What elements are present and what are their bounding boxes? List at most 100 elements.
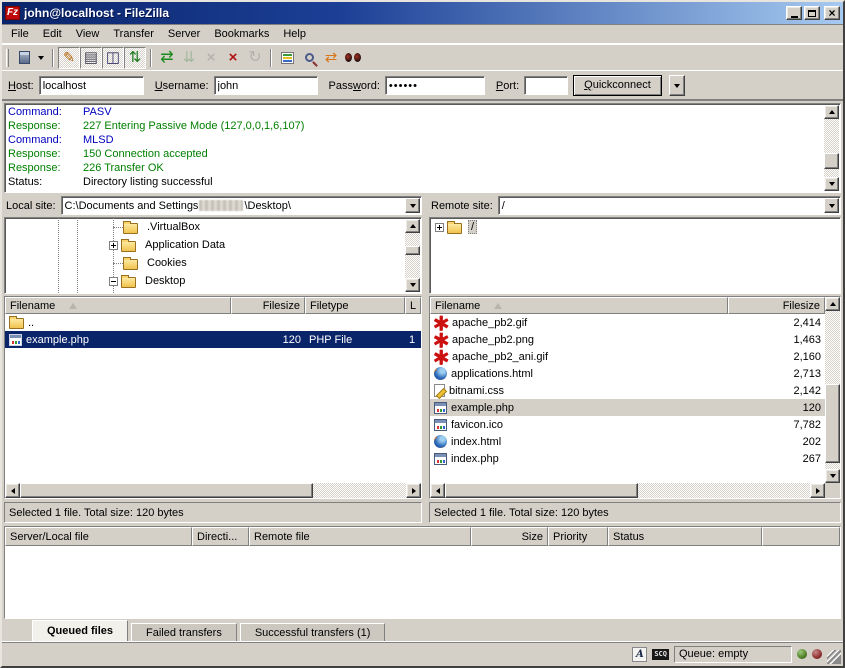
table-row[interactable]: apache_pb2.png1,463	[430, 331, 825, 348]
toggle-local-tree-button[interactable]: ▤	[80, 47, 102, 69]
column-header-status[interactable]: Status	[608, 527, 762, 546]
remote-site-combo[interactable]: /	[498, 196, 841, 215]
tree-item[interactable]: Desktop	[5, 272, 405, 290]
maximize-button[interactable]	[804, 6, 820, 20]
host-input[interactable]	[39, 76, 144, 95]
scroll-thumb[interactable]	[825, 384, 840, 463]
column-header-filesize[interactable]: Filesize	[728, 297, 825, 314]
site-manager-dropdown-button[interactable]	[34, 47, 48, 69]
column-header-remote-file[interactable]: Remote file	[249, 527, 471, 546]
scroll-down-button[interactable]	[825, 469, 840, 483]
column-header-last-modified[interactable]: L	[405, 297, 421, 314]
log-scrollbar[interactable]	[824, 105, 839, 191]
scroll-right-button[interactable]	[810, 483, 825, 498]
scroll-track[interactable]	[20, 483, 406, 498]
minimize-button[interactable]	[786, 6, 802, 20]
table-row[interactable]: favicon.ico7,782	[430, 416, 825, 433]
expand-plus-icon[interactable]	[435, 223, 444, 232]
scroll-track[interactable]	[824, 119, 839, 177]
remote-site-dropdown-button[interactable]	[824, 198, 839, 213]
refresh-button[interactable]: ⇄	[156, 47, 178, 69]
menu-file[interactable]: File	[4, 26, 36, 42]
scroll-track[interactable]	[405, 233, 420, 278]
tree-item-label[interactable]: Cookies	[144, 256, 190, 270]
table-row[interactable]: index.html202	[430, 433, 825, 450]
column-header-priority[interactable]: Priority	[548, 527, 608, 546]
table-row-selected[interactable]: example.php120	[430, 399, 825, 416]
indicator-badge[interactable]: SCQ	[652, 649, 669, 660]
column-header-server-local-file[interactable]: Server/Local file	[5, 527, 192, 546]
table-row[interactable]: bitnami.css2,142	[430, 382, 825, 399]
tree-item[interactable]: /	[430, 218, 824, 236]
scroll-thumb[interactable]	[20, 483, 313, 498]
expand-plus-icon[interactable]	[109, 241, 118, 250]
find-files-button[interactable]	[342, 47, 364, 69]
toggle-message-log-button[interactable]: ✎	[58, 47, 80, 69]
local-site-combo[interactable]: C:\Documents and Settings\Desktop\	[61, 196, 422, 215]
column-header-direction[interactable]: Directi...	[192, 527, 249, 546]
scroll-down-button[interactable]	[405, 278, 420, 292]
scroll-up-button[interactable]	[405, 219, 420, 233]
title-bar[interactable]: Fz john@localhost - FileZilla ×	[2, 2, 843, 24]
remote-list-vscrollbar[interactable]	[825, 297, 840, 483]
tab-queued-files[interactable]: Queued files	[32, 620, 128, 641]
queue-list[interactable]	[5, 546, 840, 618]
table-row[interactable]: applications.html2,713	[430, 365, 825, 382]
tree-item-label[interactable]: .VirtualBox	[144, 220, 203, 234]
table-row[interactable]: index.php267	[430, 450, 825, 467]
scroll-thumb[interactable]	[824, 153, 839, 169]
port-input[interactable]	[524, 76, 568, 95]
cancel-operation-button[interactable]: ×	[200, 47, 222, 69]
column-header-size[interactable]: Size	[471, 527, 548, 546]
table-row[interactable]: ..	[5, 314, 421, 331]
disconnect-button[interactable]: ×	[222, 47, 244, 69]
column-header-filesize[interactable]: Filesize	[231, 297, 305, 314]
close-button[interactable]: ×	[824, 6, 840, 20]
menu-server[interactable]: Server	[161, 26, 207, 42]
toggle-queue-button[interactable]: ⇅	[124, 47, 146, 69]
scroll-down-button[interactable]	[824, 177, 839, 191]
local-tree-scrollbar[interactable]	[405, 219, 420, 292]
tab-successful-transfers[interactable]: Successful transfers (1)	[240, 623, 386, 641]
tree-item-label[interactable]: /	[468, 220, 477, 234]
scroll-thumb[interactable]	[445, 483, 638, 498]
remote-list-hscrollbar[interactable]	[430, 483, 825, 498]
site-manager-button[interactable]	[13, 47, 35, 69]
collapse-minus-icon[interactable]	[109, 277, 118, 286]
directory-filters-button[interactable]	[276, 47, 298, 69]
quickconnect-button[interactable]: Quickconnect	[573, 75, 662, 96]
scroll-left-button[interactable]	[5, 483, 20, 498]
table-row[interactable]: apache_pb2_ani.gif2,160	[430, 348, 825, 365]
table-row[interactable]: apache_pb2.gif2,414	[430, 314, 825, 331]
scroll-right-button[interactable]	[406, 483, 421, 498]
quickconnect-dropdown-button[interactable]	[669, 75, 685, 96]
local-site-dropdown-button[interactable]	[405, 198, 420, 213]
menu-view[interactable]: View	[69, 26, 107, 42]
menu-help[interactable]: Help	[276, 26, 313, 42]
resize-grip[interactable]	[827, 650, 841, 664]
toggle-remote-tree-button[interactable]: ◫	[102, 47, 124, 69]
directory-comparison-button[interactable]	[298, 47, 320, 69]
tree-item[interactable]: .VirtualBox	[5, 218, 405, 236]
menu-transfer[interactable]: Transfer	[106, 26, 161, 42]
reconnect-button[interactable]: ↻	[244, 47, 266, 69]
synchronized-browsing-button[interactable]: ⇄	[320, 47, 342, 69]
scroll-thumb[interactable]	[405, 246, 420, 256]
tree-item[interactable]: Cookies	[5, 254, 405, 272]
table-row-selected[interactable]: example.php 120 PHP File 1	[5, 331, 421, 348]
tree-item-label[interactable]: Application Data	[142, 238, 228, 252]
menu-bookmarks[interactable]: Bookmarks	[207, 26, 276, 42]
scroll-up-button[interactable]	[824, 105, 839, 119]
transfer-type-indicator[interactable]: A	[632, 647, 647, 662]
scroll-left-button[interactable]	[430, 483, 445, 498]
local-list-hscrollbar[interactable]	[5, 483, 421, 498]
tree-item-label[interactable]: Desktop	[142, 274, 188, 288]
column-header-filename[interactable]: Filename	[5, 297, 231, 314]
column-header-filename[interactable]: Filename	[430, 297, 728, 314]
process-queue-button[interactable]: ⇊	[178, 47, 200, 69]
tab-failed-transfers[interactable]: Failed transfers	[131, 623, 237, 641]
password-input[interactable]	[385, 76, 485, 95]
scroll-track[interactable]	[445, 483, 810, 498]
menu-edit[interactable]: Edit	[36, 26, 69, 42]
scroll-track[interactable]	[825, 311, 840, 469]
